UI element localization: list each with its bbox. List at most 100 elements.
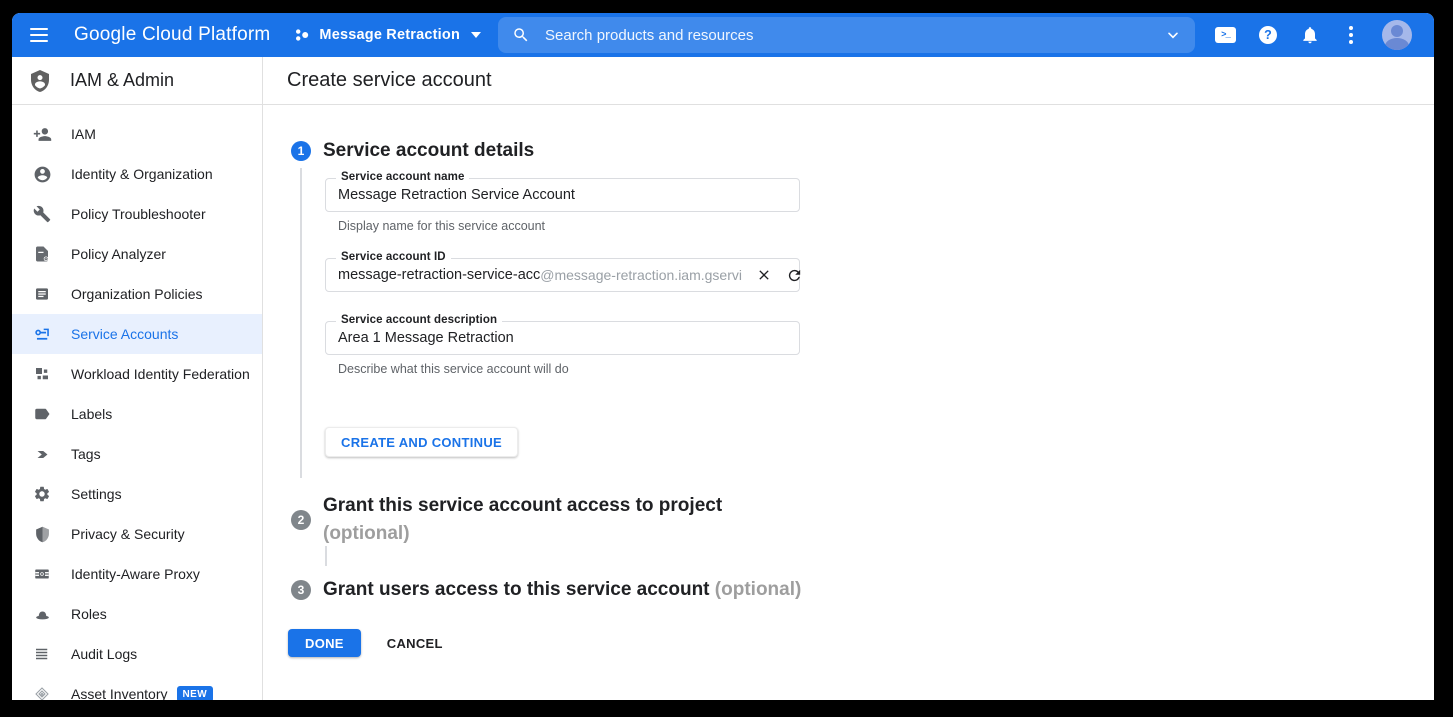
sidebar-item-label: Asset Inventory [71,686,168,700]
gear-icon [32,484,52,504]
service-account-id-label: Service account ID [336,251,451,263]
step-connector-line [325,546,327,566]
service-account-description-field[interactable]: Service account description Area 1 Messa… [325,321,800,355]
sidebar-item-identity-aware-proxy[interactable]: Identity-Aware Proxy [12,554,262,594]
iam-admin-sidebar: IAM & Admin IAM Identity & Organization … [12,57,263,700]
sidebar-item-identity-organization[interactable]: Identity & Organization [12,154,262,194]
sidebar-item-label: Privacy & Security [71,526,185,542]
main-panel: Create service account 1 Service account… [263,57,1434,700]
search-bar[interactable] [498,17,1195,53]
sidebar-title: IAM & Admin [70,70,174,91]
sidebar-item-organization-policies[interactable]: Organization Policies [12,274,262,314]
step-1: 1 Service account details Service accoun… [291,141,1434,478]
service-account-id-field[interactable]: Service account ID message-retraction-se… [325,258,800,292]
list-box-icon [32,284,52,304]
sidebar-item-settings[interactable]: Settings [12,474,262,514]
sidebar-item-label: Settings [71,486,122,502]
service-account-description-input[interactable]: Area 1 Message Retraction [338,330,514,346]
sidebar-item-label: Policy Troubleshooter [71,206,206,222]
cloud-shell-icon[interactable]: >_ [1215,27,1236,43]
label-tag-icon [32,404,52,424]
notifications-icon[interactable] [1300,25,1320,45]
person-add-icon [32,124,52,144]
sidebar-item-privacy-security[interactable]: Privacy & Security [12,514,262,554]
document-gear-icon [32,244,52,264]
shield-icon [32,524,52,544]
sidebar-item-service-accounts[interactable]: Service Accounts [12,314,262,354]
sidebar-item-label: Audit Logs [71,646,137,662]
sidebar-item-label: Workload Identity Federation [71,366,250,382]
service-account-description-helper: Describe what this service account will … [338,362,800,376]
account-circle-icon [32,164,52,184]
sidebar-item-tags[interactable]: Tags [12,434,262,474]
diamond-layers-icon [32,684,52,700]
sidebar-item-label: Identity & Organization [71,166,213,182]
chevron-down-icon[interactable] [1165,27,1181,43]
service-account-name-field[interactable]: Service account name Message Retraction … [325,178,800,212]
step-connector-line [300,168,302,478]
gcp-logo[interactable]: Google Cloud Platform [74,24,270,46]
sidebar-item-labels[interactable]: Labels [12,394,262,434]
step-3-indicator: 3 [291,580,311,600]
sidebar-item-label: Policy Analyzer [71,246,166,262]
step-1-title: Service account details [323,141,800,161]
form-actions: DONE CANCEL [288,629,1434,657]
done-button[interactable]: DONE [288,629,361,657]
sidebar-item-label: Identity-Aware Proxy [71,566,200,582]
top-app-bar: Google Cloud Platform Message Retraction… [12,13,1434,57]
step-3-optional: (optional) [715,579,802,600]
step-2-indicator: 2 [291,510,311,530]
step-1-indicator: 1 [291,141,311,161]
sidebar-item-policy-troubleshooter[interactable]: Policy Troubleshooter [12,194,262,234]
step-3: 3 Grant users access to this service acc… [291,576,1434,604]
step-3-title: Grant users access to this service accou… [323,579,710,600]
create-and-continue-button[interactable]: CREATE AND CONTINUE [325,427,518,457]
more-vert-icon[interactable] [1343,24,1359,46]
tag-arrow-icon [32,444,52,464]
search-input[interactable] [545,27,1165,44]
sidebar-item-label: Labels [71,406,112,422]
help-icon[interactable]: ? [1259,26,1277,44]
new-badge: NEW [177,686,214,700]
hat-icon [32,604,52,624]
step-2: 2 Grant this service account access to p… [291,492,1434,548]
wrench-icon [32,204,52,224]
page-title: Create service account [287,69,492,92]
step-2-optional: (optional) [323,520,722,548]
sidebar-item-iam[interactable]: IAM [12,114,262,154]
sidebar-item-label: Roles [71,606,107,622]
shield-person-icon [28,69,52,93]
hamburger-menu-icon[interactable] [30,23,54,47]
sidebar-item-asset-inventory[interactable]: Asset Inventory NEW [12,674,262,700]
service-account-name-label: Service account name [336,171,469,183]
service-account-name-helper: Display name for this service account [338,219,800,233]
service-account-id-input[interactable]: message-retraction-service-acc [338,267,540,283]
service-account-key-icon [32,324,52,344]
caret-down-icon [471,32,481,38]
step-2-title: Grant this service account access to pro… [323,492,722,520]
search-icon [512,26,530,44]
sidebar-item-workload-identity-federation[interactable]: Workload Identity Federation [12,354,262,394]
sidebar-item-label: Tags [71,446,101,462]
sidebar-nav: IAM Identity & Organization Policy Troub… [12,114,262,700]
main-header: Create service account [263,57,1434,105]
project-name: Message Retraction [319,27,460,43]
topbar-action-icons: >_ ? [1215,13,1412,57]
create-service-account-form: 1 Service account details Service accoun… [263,105,1434,700]
sidebar-item-audit-logs[interactable]: Audit Logs [12,634,262,674]
service-account-description-label: Service account description [336,314,502,326]
project-selector[interactable]: Message Retraction [294,27,481,43]
service-account-id-domain-suffix: @message-retraction.iam.gservi [540,267,742,283]
avatar[interactable] [1382,20,1412,50]
project-dots-icon [294,27,310,43]
cancel-button[interactable]: CANCEL [387,636,443,651]
clear-x-icon[interactable] [756,267,772,283]
sidebar-item-label: IAM [71,126,96,142]
service-account-name-input[interactable]: Message Retraction Service Account [338,187,575,203]
sidebar-item-label: Service Accounts [71,326,178,342]
gcp-console-window: Google Cloud Platform Message Retraction… [12,13,1434,700]
squares-icon [32,364,52,384]
sidebar-item-roles[interactable]: Roles [12,594,262,634]
sidebar-item-policy-analyzer[interactable]: Policy Analyzer [12,234,262,274]
refresh-icon[interactable] [786,267,803,284]
